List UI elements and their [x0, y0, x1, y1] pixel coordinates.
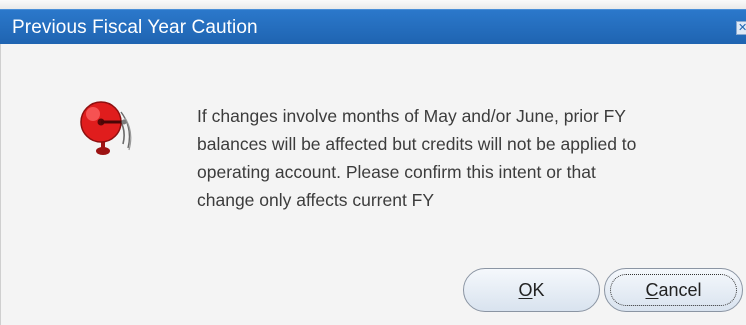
ok-button-label-rest: K [532, 280, 545, 300]
dialog-titlebar: Previous Fiscal Year Caution ✕ [0, 9, 746, 44]
cancel-button-mnemonic: C [645, 280, 659, 300]
dialog-title: Previous Fiscal Year Caution [12, 17, 258, 38]
alarm-bell-icon [80, 101, 132, 155]
dialog-body: If changes involve months of May and/or … [0, 44, 746, 325]
window-top-strip [0, 0, 746, 9]
cancel-focus-ring [610, 274, 737, 306]
ok-button-mnemonic: O [518, 280, 533, 300]
dialog-message: If changes involve months of May and/or … [197, 106, 637, 210]
cancel-button[interactable]: Cancel [604, 268, 743, 312]
close-icon[interactable]: ✕ [736, 21, 746, 35]
ok-button[interactable]: OK [463, 268, 600, 312]
